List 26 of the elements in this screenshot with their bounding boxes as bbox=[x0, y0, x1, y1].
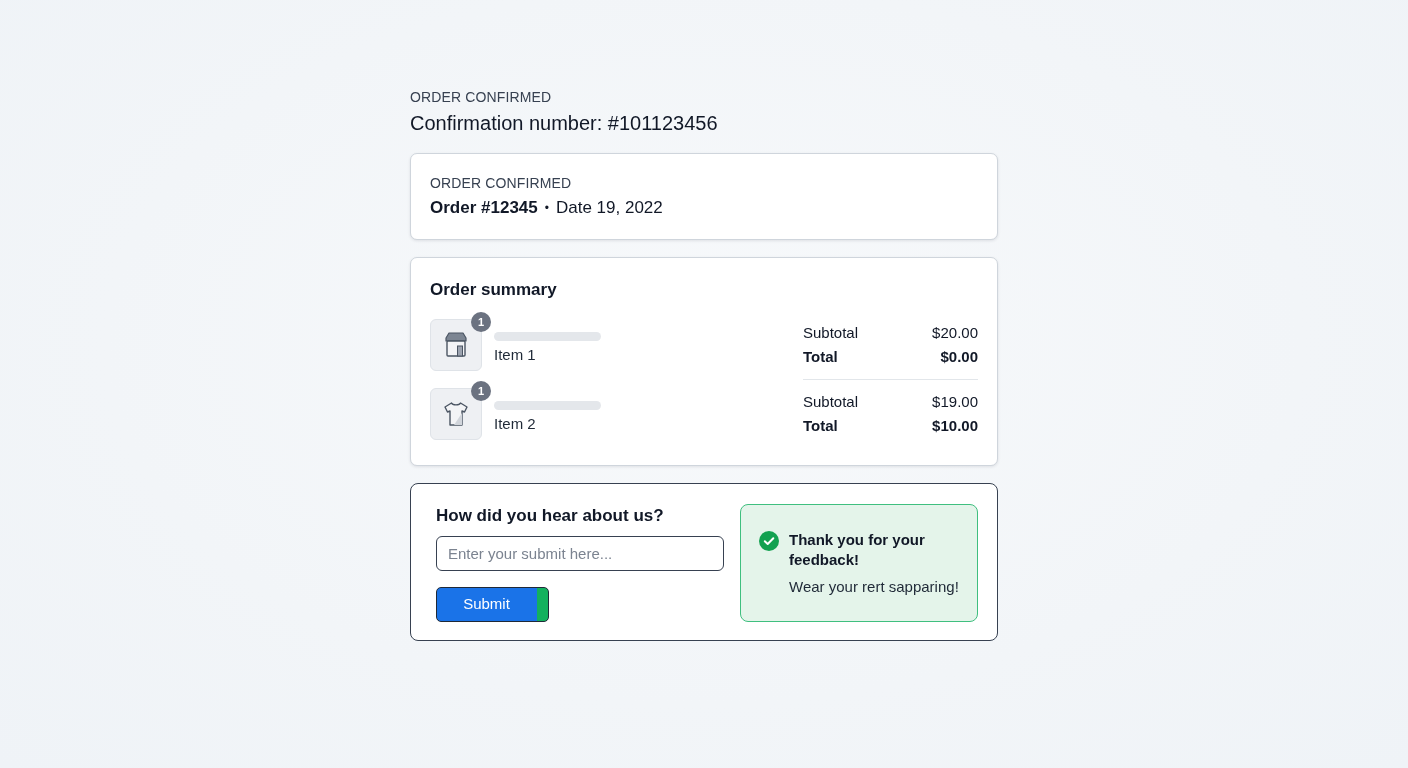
status-label: ORDER CONFIRMED bbox=[430, 174, 573, 192]
submit-button[interactable]: Submit bbox=[436, 587, 549, 622]
total-amount: $10.00 bbox=[932, 416, 978, 436]
total-label: Total bbox=[803, 416, 838, 436]
status-label: ORDER CONFIRMED bbox=[410, 88, 553, 106]
item-name: Item 1 bbox=[494, 345, 537, 365]
order-number: Order #12345 bbox=[430, 197, 538, 219]
success-check-icon bbox=[759, 530, 779, 551]
confirmation-title: Confirmation number: #101123456 bbox=[410, 111, 719, 136]
separator-dot: • bbox=[544, 200, 549, 217]
subtotal-label: Subtotal bbox=[803, 323, 859, 343]
order-date: Date 19, 2022 bbox=[555, 197, 663, 219]
item-name: Item 2 bbox=[494, 414, 537, 434]
subtotal-amount: $19.00 bbox=[932, 392, 978, 412]
total-label: Total bbox=[803, 347, 838, 367]
quantity-badge: 1 bbox=[471, 312, 491, 332]
subtotal-label: Subtotal bbox=[803, 392, 859, 412]
alert-title: Thank you for your feedback! bbox=[789, 529, 926, 570]
shirt-icon bbox=[441, 399, 471, 429]
quantity-badge: 1 bbox=[471, 381, 491, 401]
feedback-question: How did you hear about us? bbox=[436, 505, 665, 527]
total-amount: $0.00 bbox=[940, 347, 978, 367]
summary-title: Order summary bbox=[430, 279, 558, 301]
alert-message: Wear your rert sapparing! bbox=[789, 576, 960, 597]
subtotal-amount: $20.00 bbox=[932, 323, 978, 343]
feedback-input[interactable]: Enter your submit here... bbox=[436, 536, 724, 571]
